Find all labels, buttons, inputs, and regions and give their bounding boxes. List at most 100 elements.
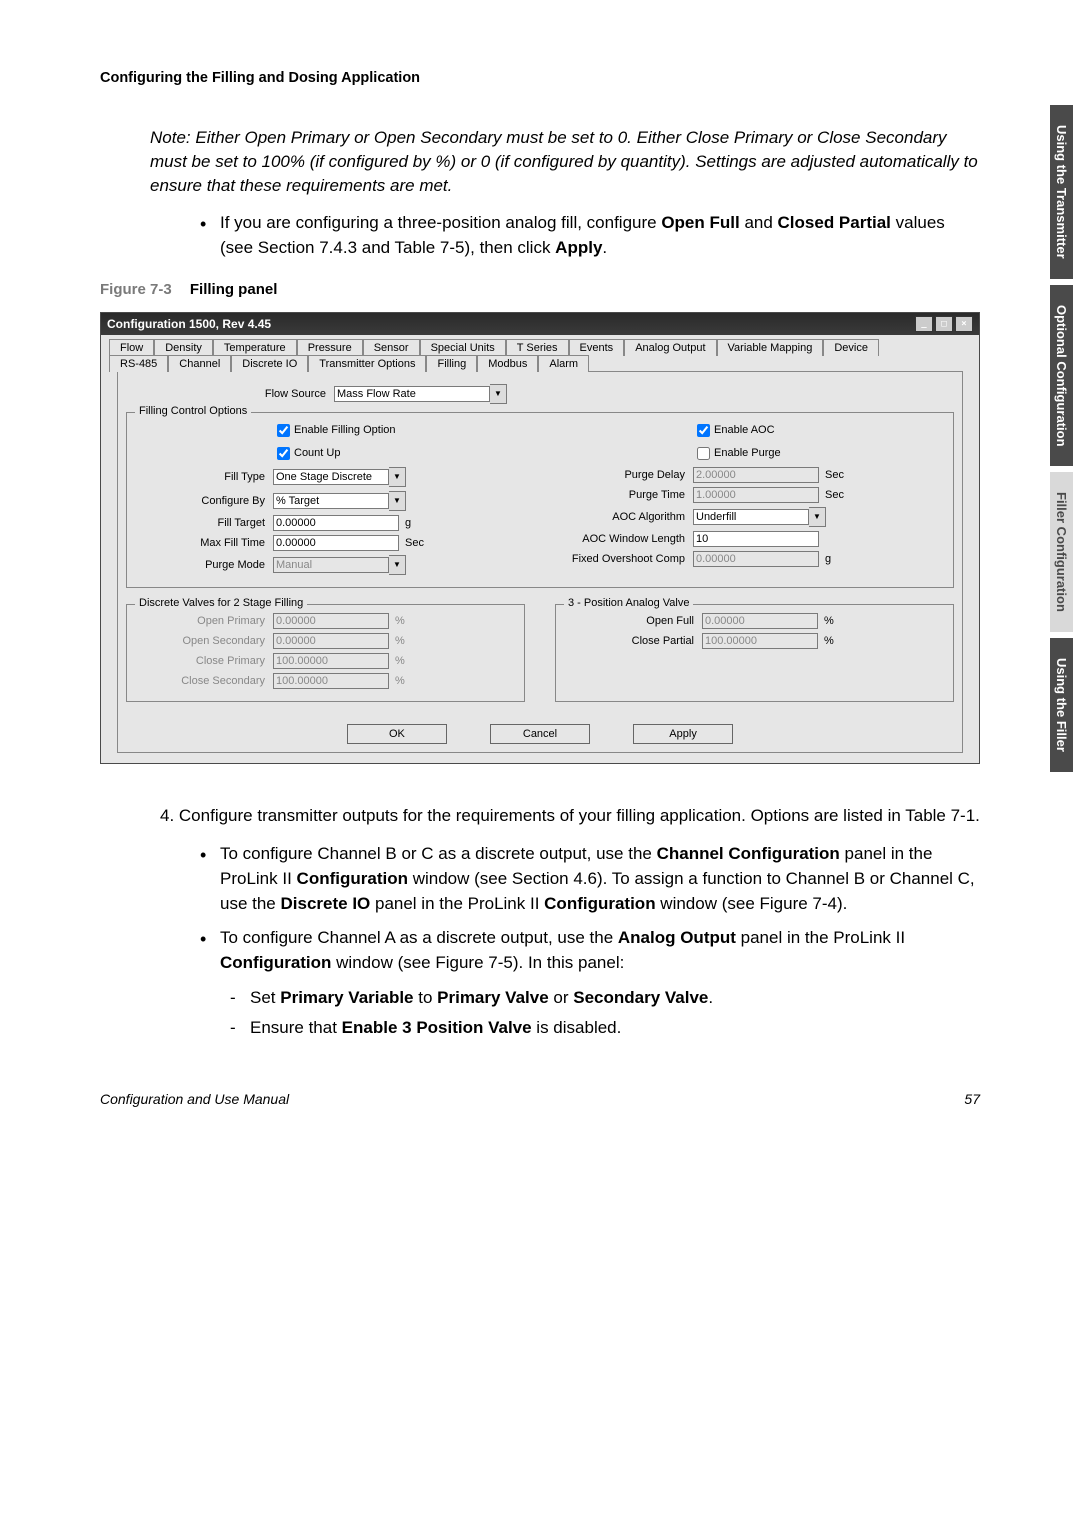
text-bold: Apply	[555, 238, 602, 257]
enable-purge-checkbox[interactable]	[697, 447, 710, 460]
text: panel in the ProLink II	[370, 894, 544, 913]
tab-variable-mapping[interactable]: Variable Mapping	[717, 339, 824, 356]
ok-button[interactable]: OK	[347, 724, 447, 744]
chevron-down-icon: ▼	[389, 555, 406, 575]
text: window (see Figure 7-4).	[656, 894, 848, 913]
purge-mode-select	[273, 557, 389, 573]
open-secondary-label: Open Secondary	[135, 635, 273, 647]
fixed-over-label: Fixed Overshoot Comp	[555, 553, 693, 565]
close-secondary-input	[273, 673, 389, 689]
tab-channel[interactable]: Channel	[168, 355, 231, 372]
text: is disabled.	[532, 1018, 622, 1037]
tab-analog-output[interactable]: Analog Output	[624, 339, 716, 356]
configure-by-select[interactable]	[273, 493, 389, 509]
step-text: Configure transmitter outputs for the re…	[179, 806, 980, 825]
text: Ensure that	[250, 1018, 342, 1037]
maximize-button[interactable]: □	[935, 316, 953, 332]
tab-transmitter-options[interactable]: Transmitter Options	[308, 355, 426, 372]
tab-device[interactable]: Device	[823, 339, 879, 356]
max-fill-time-input[interactable]	[273, 535, 399, 551]
chevron-down-icon[interactable]: ▼	[389, 491, 406, 511]
tab-modbus[interactable]: Modbus	[477, 355, 538, 372]
apply-button[interactable]: Apply	[633, 724, 733, 744]
unit: %	[395, 655, 405, 667]
count-up-checkbox[interactable]	[277, 447, 290, 460]
tab-sensor[interactable]: Sensor	[363, 339, 420, 356]
dash-2: Ensure that Enable 3 Position Valve is d…	[230, 1016, 980, 1041]
open-full-input	[702, 613, 818, 629]
chevron-down-icon[interactable]: ▼	[389, 467, 406, 487]
text: and	[740, 213, 778, 232]
unit: %	[395, 615, 405, 627]
aoc-alg-select[interactable]	[693, 509, 809, 525]
window-title: Configuration 1500, Rev 4.45	[107, 317, 271, 331]
fill-type-select[interactable]	[273, 469, 389, 485]
tab-t-series[interactable]: T Series	[506, 339, 569, 356]
step-number: 4.	[160, 806, 179, 825]
tab-density[interactable]: Density	[154, 339, 213, 356]
tab-pressure[interactable]: Pressure	[297, 339, 363, 356]
tab-events[interactable]: Events	[569, 339, 625, 356]
text: panel in the ProLink II	[736, 928, 905, 947]
side-tab: Optional Configuration	[1050, 285, 1073, 467]
fieldset-title: Filling Control Options	[135, 405, 251, 417]
aoc-alg-label: AOC Algorithm	[555, 511, 693, 523]
note-text: Note: Either Open Primary or Open Second…	[150, 126, 980, 197]
page-number: 57	[964, 1091, 980, 1107]
tab-filling[interactable]: Filling	[426, 355, 477, 372]
sub-bullet-2: To configure Channel A as a discrete out…	[200, 926, 980, 975]
tab-special-units[interactable]: Special Units	[420, 339, 506, 356]
unit: Sec	[405, 537, 424, 549]
checkbox-label: Count Up	[294, 447, 340, 459]
tab-discrete-io[interactable]: Discrete IO	[231, 355, 308, 372]
purge-delay-label: Purge Delay	[555, 469, 693, 481]
purge-mode-label: Purge Mode	[135, 559, 273, 571]
text-bold: Primary Variable	[280, 988, 413, 1007]
tab-rs485[interactable]: RS-485	[109, 355, 168, 372]
tabs-area: Flow Density Temperature Pressure Sensor…	[101, 335, 979, 763]
text-bold: Configuration	[220, 953, 331, 972]
fill-type-label: Fill Type	[135, 471, 273, 483]
close-secondary-label: Close Secondary	[135, 675, 273, 687]
chevron-down-icon[interactable]: ▼	[809, 507, 826, 527]
text-bold: Discrete IO	[281, 894, 371, 913]
fieldset-title: Discrete Valves for 2 Stage Filling	[135, 597, 307, 609]
text-bold: Secondary Valve	[573, 988, 708, 1007]
close-partial-label: Close Partial	[564, 635, 702, 647]
tab-temperature[interactable]: Temperature	[213, 339, 297, 356]
text: .	[602, 238, 607, 257]
minimize-button[interactable]: _	[915, 316, 933, 332]
text-bold: Channel Configuration	[657, 844, 840, 863]
text: .	[708, 988, 713, 1007]
open-primary-label: Open Primary	[135, 615, 273, 627]
tab-flow[interactable]: Flow	[109, 339, 154, 356]
close-primary-label: Close Primary	[135, 655, 273, 667]
fixed-over-input	[693, 551, 819, 567]
figure-caption: Figure 7-3 Filling panel	[100, 281, 980, 298]
bullet-config-analog: If you are configuring a three-position …	[200, 211, 980, 260]
max-fill-time-label: Max Fill Time	[135, 537, 273, 549]
fieldset-title: 3 - Position Analog Valve	[564, 597, 693, 609]
side-tab: Using the Transmitter	[1050, 105, 1073, 279]
cancel-button[interactable]: Cancel	[490, 724, 590, 744]
checkbox-label: Enable AOC	[714, 424, 775, 436]
purge-delay-input	[693, 467, 819, 483]
dash-1: Set Primary Variable to Primary Valve or…	[230, 986, 980, 1011]
text-bold: Open Full	[661, 213, 739, 232]
enable-filling-checkbox[interactable]	[277, 424, 290, 437]
text: window (see Figure 7-5). In this panel:	[331, 953, 624, 972]
enable-aoc-checkbox[interactable]	[697, 424, 710, 437]
text-bold: Configuration	[544, 894, 655, 913]
flow-source-select[interactable]	[334, 386, 490, 402]
window-controls: _ □ ×	[915, 316, 973, 332]
text-bold: Configuration	[297, 869, 408, 888]
checkbox-label: Enable Purge	[714, 447, 781, 459]
chevron-down-icon[interactable]: ▼	[490, 384, 507, 404]
section-title: Configuring the Filling and Dosing Appli…	[100, 70, 980, 86]
side-tabs: Using the Transmitter Optional Configura…	[1050, 105, 1080, 778]
close-button[interactable]: ×	[955, 316, 973, 332]
titlebar: Configuration 1500, Rev 4.45 _ □ ×	[101, 313, 979, 335]
tab-alarm[interactable]: Alarm	[538, 355, 589, 372]
fill-target-input[interactable]	[273, 515, 399, 531]
aoc-win-input[interactable]	[693, 531, 819, 547]
